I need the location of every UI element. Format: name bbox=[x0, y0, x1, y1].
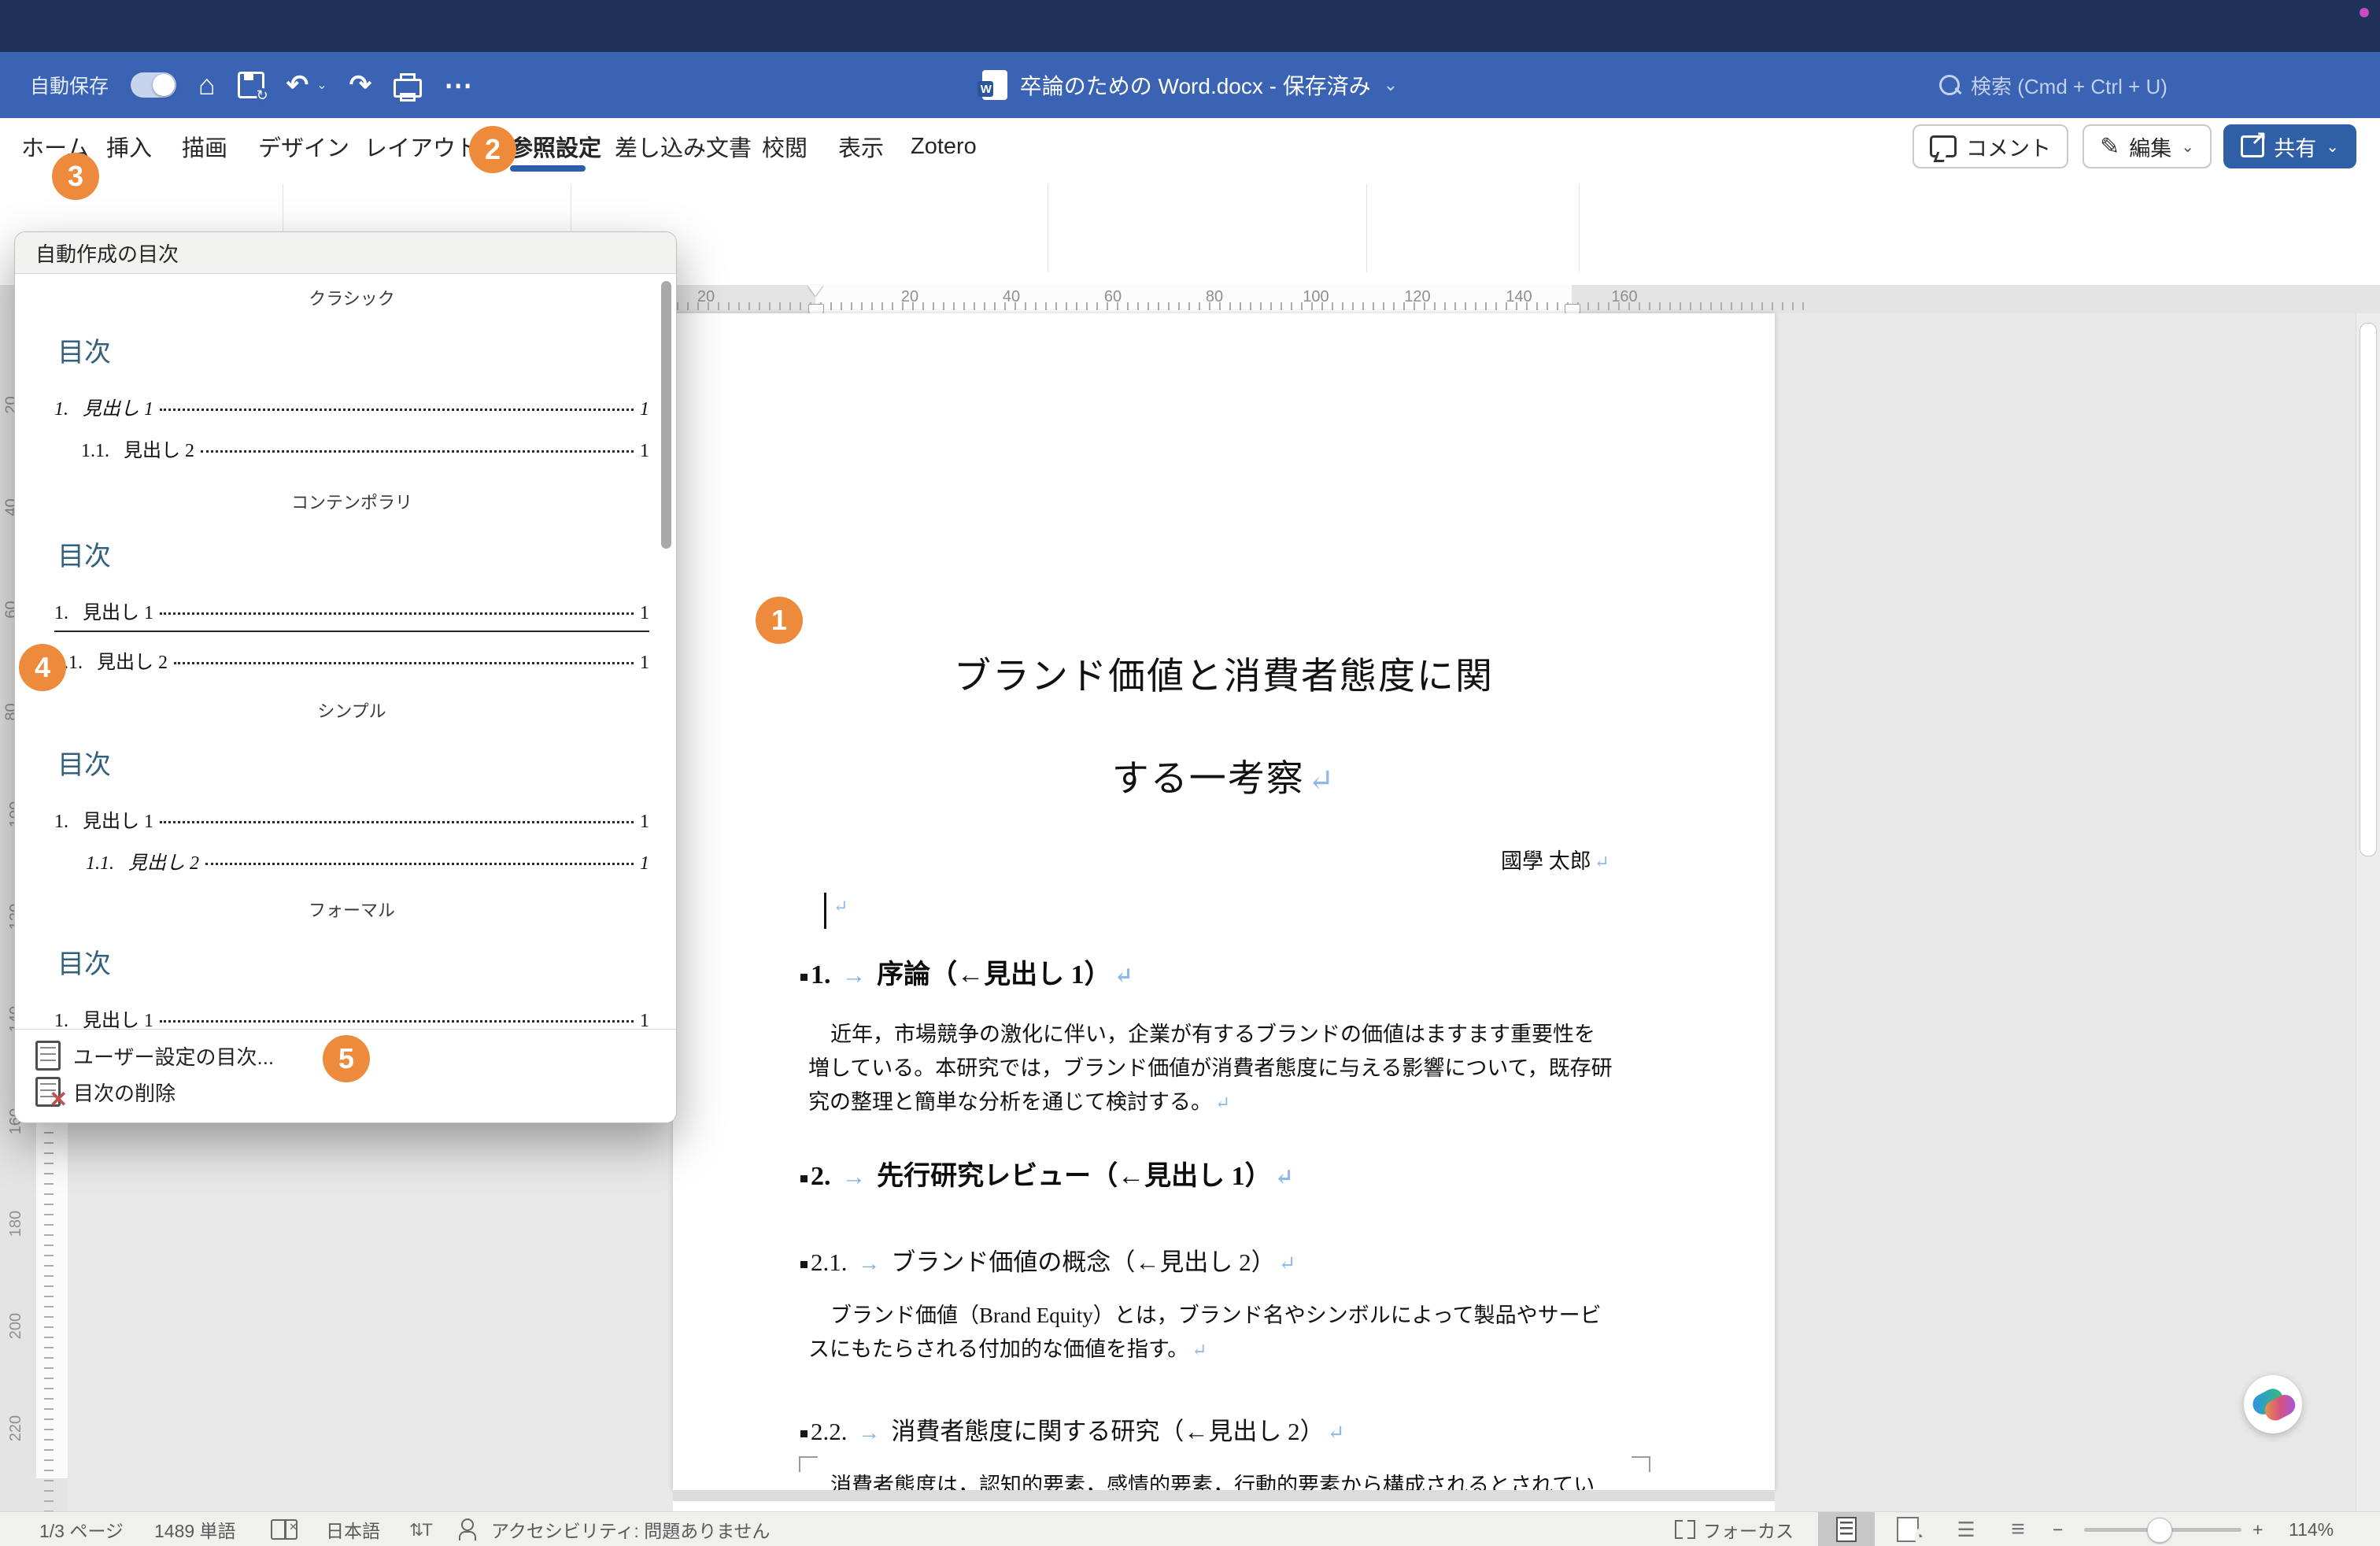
tab-insert[interactable]: 挿入 bbox=[106, 118, 152, 175]
dropdown-scrollbar-thumb[interactable] bbox=[661, 281, 671, 549]
spellcheck-icon[interactable] bbox=[271, 1512, 298, 1546]
tab-zotero[interactable]: Zotero bbox=[911, 118, 977, 175]
page-indicator[interactable]: 1/3 ページ bbox=[39, 1512, 124, 1546]
empty-paragraph-mark: ↵ bbox=[830, 894, 848, 918]
annotation-badge-1: 1 bbox=[756, 597, 803, 644]
hruler-number: 140 bbox=[1506, 288, 1532, 306]
hruler-number: 20 bbox=[697, 288, 715, 306]
text-direction-icon[interactable] bbox=[409, 1512, 431, 1546]
hruler-number: 60 bbox=[1104, 288, 1122, 306]
toc-style-classic[interactable]: クラシック 目次 1.見出し 11 1.1.見出し 21 bbox=[54, 285, 649, 462]
toc-gallery-header: 自動作成の目次 bbox=[15, 232, 676, 274]
pencil-icon bbox=[2100, 133, 2119, 161]
zoom-out-button[interactable]: − bbox=[2053, 1512, 2063, 1546]
custom-toc-icon bbox=[35, 1041, 61, 1071]
word-app-window: 自動保存 ⌄ 卒論のための Word.docx - 保存済み ⌄ 検索 (Cmd… bbox=[0, 0, 2380, 1546]
word-count[interactable]: 1489 単語 bbox=[154, 1512, 236, 1546]
tab-mark: → bbox=[842, 962, 867, 989]
tab-mailings[interactable]: 差し込み文書 bbox=[615, 118, 752, 175]
bookmark-square-mark bbox=[800, 974, 808, 981]
text-cursor bbox=[824, 893, 826, 929]
paragraph-brand-equity[interactable]: ブランド価値（Brand Equity）とは，ブランド名やシンボルによって製品や… bbox=[808, 1299, 1613, 1367]
web-layout-view-button[interactable] bbox=[1879, 1512, 1936, 1546]
heading2-consumer-attitude-research[interactable]: 2.2.→消費者態度に関する研究（←見出し 2）↵ bbox=[800, 1411, 1345, 1447]
hruler-number: 20 bbox=[901, 288, 918, 306]
next-page-top bbox=[673, 1501, 1775, 1512]
ribbon-tab-bar: ホーム 挿入 描画 デザイン レイアウト 参照設定 差し込み文書 校閲 表示 Z… bbox=[0, 118, 2380, 175]
draft-view-button[interactable] bbox=[1990, 1512, 2046, 1546]
document-heading-title-line1[interactable]: ブランド価値と消費者態度に関 bbox=[673, 645, 1775, 700]
document-heading-title-line2[interactable]: する一考察↵ bbox=[673, 748, 1775, 802]
share-button[interactable]: 共有 ⌄ bbox=[2223, 124, 2356, 168]
print-layout-view-button[interactable] bbox=[1818, 1512, 1875, 1546]
title-chevron-icon[interactable]: ⌄ bbox=[1384, 75, 1398, 95]
author-line[interactable]: 國學 太郎↵ bbox=[673, 844, 1609, 875]
heading1-intro[interactable]: 1.→序論（←見出し 1）↵ bbox=[800, 952, 1133, 991]
title-bar: 自動保存 ⌄ 卒論のための Word.docx - 保存済み ⌄ 検索 (Cmd… bbox=[0, 52, 2380, 118]
hruler-number: 160 bbox=[1611, 288, 1637, 306]
heading1-literature-review[interactable]: 2.→先行研究レビュー（←見出し 1）↵ bbox=[800, 1154, 1294, 1193]
hruler-number: 80 bbox=[1206, 288, 1223, 306]
document-title[interactable]: 卒論のための Word.docx - 保存済み bbox=[1020, 69, 1371, 101]
text-boundary-corner-right bbox=[1632, 1456, 1650, 1472]
tab-view[interactable]: 表示 bbox=[838, 118, 884, 175]
annotation-badge-5: 5 bbox=[323, 1035, 370, 1082]
toc-style-simple[interactable]: シンプル 目次 1.見出し 11 1.1.見出し 21 bbox=[54, 697, 649, 875]
pilcrow-mark: ↵ bbox=[1308, 763, 1336, 798]
tab-layout[interactable]: レイアウト bbox=[364, 118, 479, 175]
annotation-badge-3: 3 bbox=[52, 153, 99, 200]
system-top-strip bbox=[0, 0, 2380, 52]
status-bar: 1/3 ページ 1489 単語 日本語 アクセシビリティ: 問題ありません フォ… bbox=[0, 1511, 2380, 1546]
active-tab-underline bbox=[510, 165, 586, 172]
share-chevron-icon: ⌄ bbox=[2326, 137, 2339, 157]
edit-chevron-icon: ⌄ bbox=[2181, 137, 2194, 157]
heading2-brand-equity-concept[interactable]: 2.1.→ブランド価値の概念（←見出し 2）↵ bbox=[800, 1242, 1296, 1278]
vruler-number: 220 bbox=[7, 1415, 25, 1441]
vruler-number: 180 bbox=[7, 1211, 25, 1237]
vertical-scrollbar-thumb[interactable] bbox=[2360, 323, 2377, 856]
editing-mode-button[interactable]: 編集 ⌄ bbox=[2082, 124, 2212, 168]
comments-button[interactable]: コメント bbox=[1913, 124, 2068, 168]
tab-design[interactable]: デザイン bbox=[258, 118, 349, 175]
zoom-level[interactable]: 114% bbox=[2289, 1512, 2334, 1546]
document-page[interactable]: ブランド価値と消費者態度に関 する一考察↵ 國學 太郎↵ ↵ 1.→序論（←見出… bbox=[673, 313, 1775, 1490]
annotation-badge-2: 2 bbox=[469, 126, 516, 173]
tab-review[interactable]: 校閲 bbox=[762, 118, 808, 175]
text-boundary-corner-left bbox=[799, 1456, 818, 1472]
word-document-icon bbox=[982, 70, 1007, 100]
focus-mode-button[interactable]: フォーカス bbox=[1675, 1512, 1794, 1546]
focus-icon bbox=[1675, 1520, 1695, 1539]
pilcrow-mark: ↵ bbox=[1595, 853, 1609, 872]
outline-view-button[interactable] bbox=[1938, 1512, 1994, 1546]
annotation-badge-4: 4 bbox=[19, 644, 66, 691]
search-icon bbox=[1939, 75, 1960, 95]
vruler-number: 200 bbox=[7, 1313, 25, 1339]
zoom-slider[interactable] bbox=[2084, 1528, 2241, 1532]
zoom-in-button[interactable]: + bbox=[2252, 1512, 2263, 1546]
hruler-number: 100 bbox=[1303, 288, 1329, 306]
page-gap bbox=[673, 1490, 1775, 1501]
zoom-slider-thumb[interactable] bbox=[2147, 1518, 2172, 1543]
search-input[interactable]: 検索 (Cmd + Ctrl + U) bbox=[1971, 71, 2168, 100]
hruler-number: 120 bbox=[1404, 288, 1430, 306]
accessibility-status[interactable]: アクセシビリティ: 問題ありません bbox=[461, 1512, 771, 1546]
language-indicator[interactable]: 日本語 bbox=[326, 1512, 380, 1546]
tab-draw[interactable]: 描画 bbox=[182, 118, 227, 175]
comment-icon bbox=[1930, 135, 1957, 157]
first-line-indent-marker[interactable] bbox=[808, 285, 823, 296]
toc-gallery-dropdown: 自動作成の目次 クラシック 目次 1.見出し 11 1.1.見出し 21 コンテ… bbox=[14, 231, 677, 1123]
recording-indicator-dot bbox=[2360, 8, 2369, 17]
vertical-scrollbar-track[interactable] bbox=[2356, 313, 2380, 1511]
hruler-number: 40 bbox=[1003, 288, 1020, 306]
accessibility-icon bbox=[461, 1518, 474, 1531]
toc-style-contemporary[interactable]: コンテンポラリ 目次 1.見出し 11 1.1.見出し 21 bbox=[54, 489, 649, 674]
share-icon bbox=[2241, 135, 2264, 157]
remove-toc-icon bbox=[35, 1077, 61, 1107]
copilot-button[interactable] bbox=[2244, 1375, 2302, 1433]
paragraph-intro[interactable]: 近年，市場競争の激化に伴い，企業が有するブランドの価値はますます重要性を増してい… bbox=[808, 1018, 1613, 1120]
